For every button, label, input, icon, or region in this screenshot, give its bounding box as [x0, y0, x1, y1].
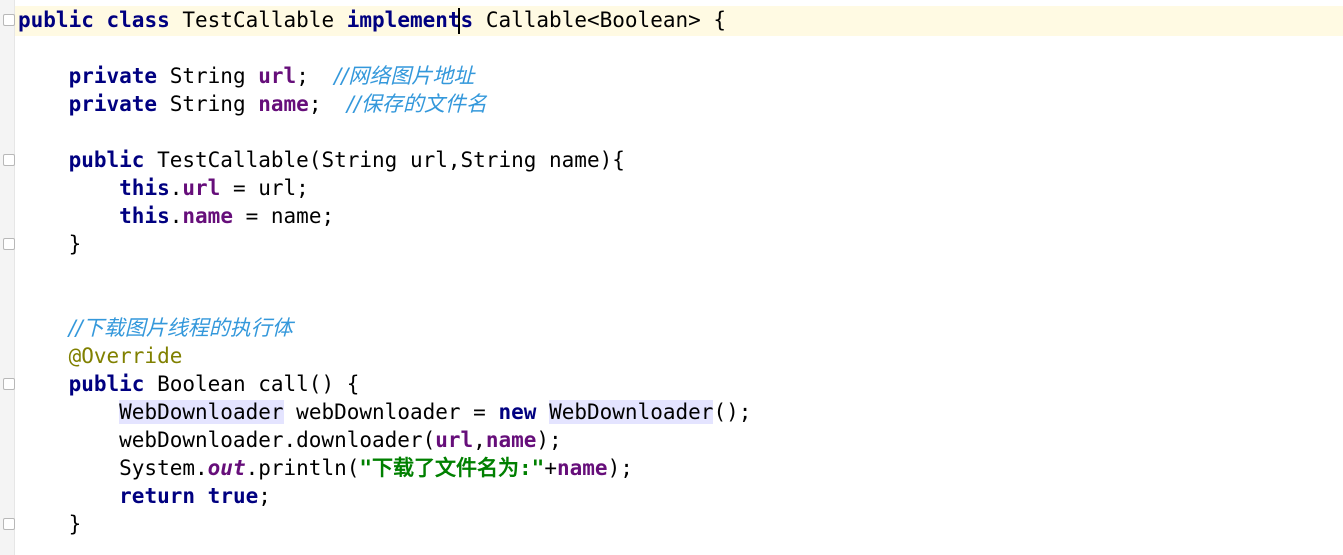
code-token: public [18, 8, 94, 32]
code-token: Boolean call() { [144, 372, 360, 396]
text-cursor [458, 8, 460, 34]
code-line[interactable]: return true; [18, 482, 1343, 510]
code-line[interactable]: webDownloader.downloader(url,name); [18, 426, 1343, 454]
editor-gutter [0, 0, 15, 555]
code-token: , [473, 428, 486, 452]
code-line[interactable]: private String name; //保存的文件名 [18, 90, 1343, 118]
code-token: @Override [68, 344, 183, 368]
code-token: //网络图片地址 [334, 64, 475, 88]
code-token: private [68, 64, 158, 88]
code-token: (); [713, 400, 752, 424]
code-line[interactable]: public Boolean call() { [18, 370, 1343, 398]
code-token: ; [308, 92, 347, 116]
code-line[interactable] [18, 118, 1343, 146]
code-line[interactable]: } [18, 230, 1343, 258]
code-line[interactable]: public class TestCallable implements Cal… [18, 6, 1343, 34]
code-line[interactable]: private String url; //网络图片地址 [18, 62, 1343, 90]
code-token: = name; [232, 204, 335, 228]
code-line[interactable]: } [18, 510, 1343, 538]
code-token: WebDownloader [549, 400, 714, 424]
code-token: public [68, 148, 145, 172]
code-token: ; [296, 64, 335, 88]
code-line[interactable]: WebDownloader webDownloader = new WebDow… [18, 398, 1343, 426]
code-token: private [68, 92, 158, 116]
code-line[interactable] [18, 34, 1343, 62]
code-token: new [498, 400, 537, 424]
code-token: //下载图片线程的执行体 [68, 316, 293, 340]
code-line[interactable]: this.url = url; [18, 174, 1343, 202]
code-token: WebDownloader [119, 400, 284, 424]
code-token: Callable<Boolean> { [473, 8, 727, 32]
fold-class-icon[interactable] [3, 14, 15, 26]
code-token: webDownloader.downloader( [18, 428, 436, 452]
code-token: } [18, 512, 82, 536]
code-token: //保存的文件名 [346, 92, 487, 116]
code-token: . [169, 204, 183, 228]
code-token: name [258, 92, 309, 116]
code-token: name [556, 456, 608, 480]
code-token: ); [536, 428, 562, 452]
code-token: String [157, 64, 259, 88]
code-token: webDownloader = [283, 400, 499, 424]
fold-constructor-end-icon[interactable] [3, 238, 15, 250]
code-token: public [68, 372, 145, 396]
code-line[interactable]: this.name = name; [18, 202, 1343, 230]
code-token: .println( [245, 456, 360, 480]
code-token: true [207, 484, 259, 508]
code-token: TestCallable(String url,String name){ [144, 148, 625, 172]
code-token: + [544, 456, 557, 480]
code-token: url [435, 428, 474, 452]
fold-call-end-icon[interactable] [3, 518, 15, 530]
code-token: } [18, 232, 82, 256]
code-token: . [169, 176, 183, 200]
code-token: url [182, 176, 221, 200]
code-token: = url; [220, 176, 309, 200]
fold-constructor-icon[interactable] [3, 154, 15, 166]
code-token: class [106, 8, 170, 32]
code-line[interactable]: @Override [18, 342, 1343, 370]
code-token: ); [607, 456, 633, 480]
fold-call-method-icon[interactable] [3, 378, 15, 390]
code-token: this [119, 204, 170, 228]
code-line[interactable] [18, 286, 1343, 314]
code-token: return [119, 484, 196, 508]
code-line[interactable]: System.out.println("下载了文件名为:"+name); [18, 454, 1343, 482]
code-token: String [157, 92, 259, 116]
code-token: System. [18, 456, 208, 480]
code-token: out [207, 456, 246, 480]
code-line[interactable] [18, 258, 1343, 286]
code-editor[interactable]: public class TestCallable implements Cal… [18, 6, 1343, 538]
code-token: url [258, 64, 297, 88]
code-token: name [182, 204, 233, 228]
code-token: ; [258, 484, 271, 508]
code-token: TestCallable [169, 8, 347, 32]
code-token: implements [346, 8, 474, 32]
code-line[interactable]: public TestCallable(String url,String na… [18, 146, 1343, 174]
code-token: this [119, 176, 170, 200]
code-token: "下载了文件名为:" [359, 456, 545, 480]
code-line[interactable]: //下载图片线程的执行体 [18, 314, 1343, 342]
code-token: name [485, 428, 537, 452]
